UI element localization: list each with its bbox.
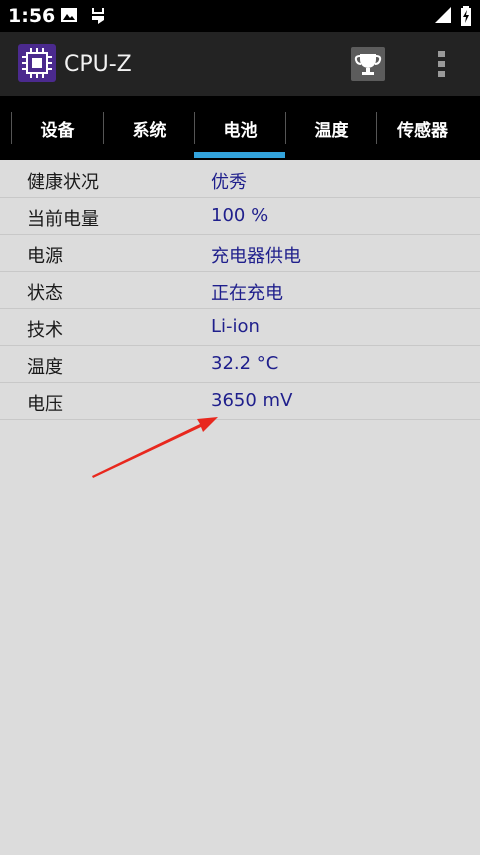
status-bar: 1:56 bbox=[0, 0, 480, 32]
info-value: Li-ion bbox=[211, 316, 260, 337]
info-row-temperature: 温度 32.2 °C bbox=[0, 346, 480, 383]
info-row-voltage: 电压 3650 mV bbox=[0, 383, 480, 420]
info-label: 技术 bbox=[27, 320, 63, 341]
battery-charging-icon bbox=[460, 6, 472, 30]
info-row-status: 状态 正在充电 bbox=[0, 272, 480, 309]
battery-info-list: 健康状况 优秀 当前电量 100 % 电源 充电器供电 状态 正在充电 技术 L… bbox=[0, 161, 480, 420]
tab-temperature[interactable]: 温度 bbox=[286, 96, 377, 160]
tab-system[interactable]: 系统 bbox=[104, 96, 195, 160]
info-value: 优秀 bbox=[211, 172, 247, 193]
app-bar: CPU-Z bbox=[0, 32, 480, 96]
info-label: 电压 bbox=[27, 394, 63, 415]
tab-sensors[interactable]: 传感器 bbox=[377, 96, 468, 160]
info-label: 温度 bbox=[27, 357, 63, 378]
trophy-button[interactable] bbox=[351, 47, 385, 81]
info-value: 正在充电 bbox=[211, 283, 283, 304]
info-row-technology: 技术 Li-ion bbox=[0, 309, 480, 346]
info-label: 当前电量 bbox=[27, 209, 99, 230]
more-options-button[interactable] bbox=[434, 48, 450, 80]
info-value: 充电器供电 bbox=[211, 246, 301, 267]
more-vert-icon bbox=[438, 51, 445, 77]
info-label: 健康状况 bbox=[27, 172, 99, 193]
status-time: 1:56 bbox=[8, 5, 56, 27]
bug-icon bbox=[88, 6, 108, 30]
tab-battery[interactable]: 电池 bbox=[195, 96, 286, 160]
info-label: 电源 bbox=[27, 246, 63, 267]
info-value: 100 % bbox=[211, 205, 269, 226]
info-value: 3650 mV bbox=[211, 390, 293, 411]
tab-bar: 设备 系统 电池 温度 传感器 bbox=[0, 96, 480, 160]
trophy-icon bbox=[354, 54, 382, 75]
active-tab-indicator bbox=[194, 152, 285, 158]
image-icon bbox=[60, 6, 78, 28]
info-value: 32.2 °C bbox=[211, 353, 279, 374]
tab-device[interactable]: 设备 bbox=[12, 96, 103, 160]
info-label: 状态 bbox=[27, 283, 63, 304]
signal-icon bbox=[434, 6, 452, 28]
info-row-health: 健康状况 优秀 bbox=[0, 161, 480, 198]
info-row-power-source: 电源 充电器供电 bbox=[0, 235, 480, 272]
app-title: CPU-Z bbox=[64, 52, 132, 77]
cpu-chip-icon bbox=[18, 44, 56, 82]
info-row-level: 当前电量 100 % bbox=[0, 198, 480, 235]
